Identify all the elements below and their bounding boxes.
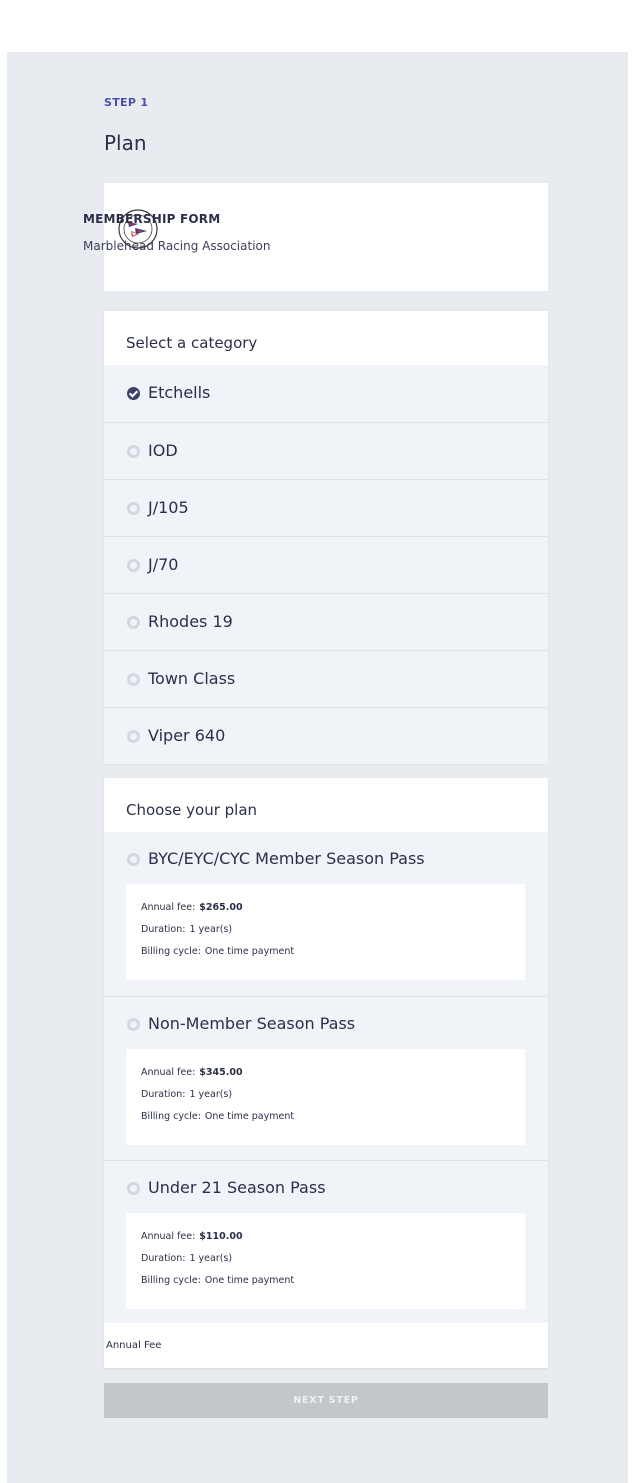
duration-line: Duration: 1 year(s) <box>141 1253 525 1275</box>
duration-line: Duration: 1 year(s) <box>141 924 525 946</box>
annual-fee-summary: Annual Fee <box>104 1323 548 1368</box>
category-option-label: J/70 <box>148 555 179 574</box>
form-header-card <box>104 183 548 291</box>
category-option[interactable]: Town Class <box>104 650 548 707</box>
annual-fee-label: Annual fee: <box>141 1067 196 1078</box>
radio-unchecked-icon[interactable] <box>127 730 140 743</box>
radio-unchecked-icon[interactable] <box>127 673 140 686</box>
billing-cycle-line: Billing cycle: One time payment <box>141 1275 525 1297</box>
category-option[interactable]: J/105 <box>104 479 548 536</box>
category-option[interactable]: J/70 <box>104 536 548 593</box>
duration-label: Duration: <box>141 1253 186 1264</box>
category-option[interactable]: Rhodes 19 <box>104 593 548 650</box>
radio-unchecked-icon[interactable] <box>127 502 140 515</box>
plan-option-label: Under 21 Season Pass <box>148 1178 326 1197</box>
annual-fee-label: Annual fee: <box>141 902 196 913</box>
billing-cycle-label: Billing cycle: <box>141 1111 201 1122</box>
category-option-label: Rhodes 19 <box>148 612 233 631</box>
duration-label: Duration: <box>141 1089 186 1100</box>
category-option-label: IOD <box>148 441 178 460</box>
category-heading: Select a category <box>126 334 258 352</box>
plan-details: Annual fee: $265.00 Duration: 1 year(s) Bill… <box>126 884 525 980</box>
radio-unchecked-icon[interactable] <box>127 616 140 629</box>
page-title: Plan <box>104 131 147 155</box>
annual-fee-value: $265.00 <box>199 902 243 913</box>
duration-value: 1 year(s) <box>189 1253 233 1264</box>
radio-checked-icon[interactable] <box>127 387 140 400</box>
plan-option-label: Non-Member Season Pass <box>148 1014 356 1033</box>
plan-list: BYC/EYC/CYC Member Season Pass Annual fee… <box>104 832 548 1324</box>
radio-unchecked-icon[interactable] <box>127 1182 140 1195</box>
plan-details: Annual fee: $110.00 Duration: 1 year(s) Bill… <box>126 1213 525 1309</box>
billing-cycle-label: Billing cycle: <box>141 946 201 957</box>
duration-value: 1 year(s) <box>189 1089 233 1100</box>
category-card: Select a category Etchells IOD J/105 J/70 Rh… <box>104 311 548 764</box>
category-option-label: Etchells <box>148 383 211 402</box>
step-label: STEP 1 <box>104 96 149 109</box>
category-option[interactable]: Viper 640 <box>104 707 548 764</box>
billing-cycle-line: Billing cycle: One time payment <box>141 1111 525 1133</box>
category-option-label: Town Class <box>148 669 236 688</box>
category-option[interactable]: IOD <box>104 422 548 479</box>
next-step-button[interactable]: NEXT STEP <box>104 1383 548 1418</box>
billing-cycle-value: One time payment <box>204 1275 295 1286</box>
plan-option[interactable]: Non-Member Season Pass Annual fee: $345.00… <box>104 996 548 1160</box>
billing-cycle-label: Billing cycle: <box>141 1275 201 1286</box>
plan-details: Annual fee: $345.00 Duration: 1 year(s) Bill… <box>126 1049 525 1145</box>
duration-line: Duration: 1 year(s) <box>141 1089 525 1111</box>
category-option-label: Viper 640 <box>148 726 226 745</box>
radio-unchecked-icon[interactable] <box>127 445 140 458</box>
billing-cycle-line: Billing cycle: One time payment <box>141 946 525 968</box>
plan-option[interactable]: BYC/EYC/CYC Member Season Pass Annual fee… <box>104 832 548 996</box>
radio-unchecked-icon[interactable] <box>127 853 140 866</box>
annual-fee-line: Annual fee: $110.00 <box>141 1231 525 1253</box>
radio-unchecked-icon[interactable] <box>127 559 140 572</box>
plan-card: Choose your plan BYC/EYC/CYC Member Seas… <box>104 778 548 1368</box>
annual-fee-value: $110.00 <box>199 1231 243 1242</box>
plan-heading: Choose your plan <box>126 801 258 819</box>
annual-fee-line: Annual fee: $345.00 <box>141 1067 525 1089</box>
annual-fee-value: $345.00 <box>199 1067 243 1078</box>
duration-value: 1 year(s) <box>189 924 233 935</box>
annual-fee-line: Annual fee: $265.00 <box>141 902 525 924</box>
category-list: Etchells IOD J/105 J/70 Rhodes 19 Town Class V… <box>104 365 548 764</box>
organization-name: Marblehead Racing Association <box>83 239 271 253</box>
category-option[interactable]: Etchells <box>104 365 548 422</box>
form-title: MEMBERSHIP FORM <box>83 212 221 226</box>
duration-label: Duration: <box>141 924 186 935</box>
plan-option[interactable]: Under 21 Season Pass Annual fee: $110.00 Du… <box>104 1160 548 1324</box>
billing-cycle-value: One time payment <box>204 946 295 957</box>
category-option-label: J/105 <box>148 498 189 517</box>
plan-option-label: BYC/EYC/CYC Member Season Pass <box>148 849 425 868</box>
billing-cycle-value: One time payment <box>204 1111 295 1122</box>
radio-unchecked-icon[interactable] <box>127 1018 140 1031</box>
annual-fee-label: Annual fee: <box>141 1231 196 1242</box>
